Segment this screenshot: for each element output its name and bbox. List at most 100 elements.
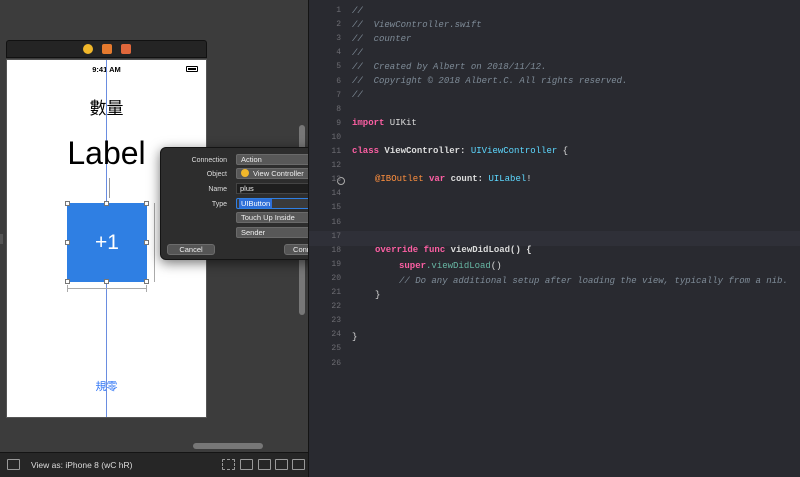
line-number: 3 [336,34,341,44]
title-label[interactable]: 數量 [7,94,206,119]
line-number: 18 [331,245,341,255]
horizontal-scrollbar[interactable] [193,443,263,449]
line-number: 22 [331,302,341,312]
current-line-highlight [309,231,800,246]
width-indicator [67,288,147,289]
keyword-token: class [352,146,380,156]
line-number: 15 [331,203,341,213]
line-number: 11 [331,147,341,156]
line-number: 6 [336,76,341,86]
type-token: UIViewController [470,146,558,156]
brace-token: { [557,146,569,156]
code-line: // Copyright © 2018 Albert.C. All rights… [352,76,628,86]
add-constraints-icon[interactable] [275,459,288,470]
resize-handle[interactable] [144,240,149,245]
view-controller-icon [241,169,249,177]
resize-handle[interactable] [65,279,70,284]
code-line: } [375,290,381,300]
function-signature: viewDidLoad() { [445,245,532,255]
width-indicator-cap [67,285,68,292]
keyword-token: import [352,118,385,128]
attribute-token: @IBOutlet [375,174,424,184]
line-number: 4 [336,48,341,58]
cancel-button[interactable]: Cancel [167,244,215,255]
line-number: 25 [331,344,341,354]
line-number: 23 [331,316,341,326]
code-line: // ViewController.swift [352,20,482,30]
line-number: 1 [336,6,341,15]
resize-handle[interactable] [65,240,70,245]
line-number: 24 [331,330,341,340]
first-responder-icon[interactable] [101,44,112,54]
scene-dock [6,40,207,58]
code-line: super.viewDidLoad() [399,261,502,271]
method-token: .viewDidLoad [426,261,491,271]
view-controller-icon[interactable] [82,44,93,54]
resize-handle[interactable] [65,201,70,206]
punct-token: () [490,261,502,271]
line-number: 8 [336,104,341,114]
type-label: Type [211,200,227,208]
code-line: } [352,332,358,342]
connection-label: Connection [191,156,227,164]
exit-icon[interactable] [120,44,131,54]
line-number: 19 [331,259,341,269]
event-value: Touch Up Inside [241,213,295,222]
battery-icon [186,66,198,72]
keyword-token: override [375,245,419,255]
name-label: Name [208,185,227,193]
object-value: View Controller [253,169,304,178]
identifier-token: count: [445,174,489,184]
code-editor[interactable]: 1 2 3 4 5 6 7 8 9 10 11 12 13 14 15 16 17 18 19 20 21 22 23 24 2… [308,0,800,477]
line-number: 13 [331,175,341,185]
code-line: @IBOutlet var count: UILabel! [375,174,532,184]
line-number: 26 [331,358,341,368]
resize-handle[interactable] [104,279,109,284]
height-indicator [154,203,155,282]
connection-value: Action [241,155,262,164]
line-number: 9 [336,118,341,128]
keyword-token: func [418,245,446,255]
align-icon[interactable] [258,459,271,470]
punct-token: ! [526,174,532,184]
code-line: import UIKit [352,118,417,128]
view-as-label[interactable]: View as: iPhone 8 (wC hR) [31,460,132,470]
keyword-token: var [423,174,446,184]
resize-handle[interactable] [104,201,109,206]
code-line: // counter [352,34,412,44]
code-line: class ViewController: UIViewController { [352,146,568,156]
plus-button[interactable]: +1 [67,203,147,282]
code-line: // [352,6,363,16]
code-line: // Created by Albert on 2018/11/12. [352,62,547,72]
line-number: 14 [331,189,341,199]
embed-in-stack-icon[interactable] [240,459,253,470]
code-line: // [352,90,363,100]
code-line: override func viewDidLoad() { [375,245,532,255]
line-number: 5 [336,62,341,72]
canvas-edge-marker [0,234,3,244]
line-number: 10 [331,132,341,142]
width-indicator-cap [146,285,147,292]
document-outline-toggle-icon[interactable] [7,459,20,470]
code-line: // [352,48,363,58]
canvas-bottom-bar: View as: iPhone 8 (wC hR) [0,452,308,477]
line-number: 21 [331,288,341,297]
arguments-value: Sender [241,228,266,237]
line-number: 16 [331,217,341,227]
module-token: UIKit [384,118,417,128]
line-number: 7 [336,90,341,100]
constraint-line [109,178,110,198]
update-frames-icon[interactable] [222,459,235,470]
resize-handle[interactable] [144,201,149,206]
line-number: 20 [331,273,341,283]
code-line: // Do any additional setup after loading… [399,276,788,286]
resize-handle[interactable] [144,279,149,284]
class-name-token: ViewController: [379,146,471,156]
line-number: 2 [336,20,341,30]
resolve-issues-icon[interactable] [292,459,305,470]
type-value: UIButton [239,199,273,208]
line-number: 17 [331,231,341,241]
line-number: 12 [331,161,341,171]
reset-button[interactable]: 規零 [7,378,206,394]
keyword-token: super [399,261,427,271]
